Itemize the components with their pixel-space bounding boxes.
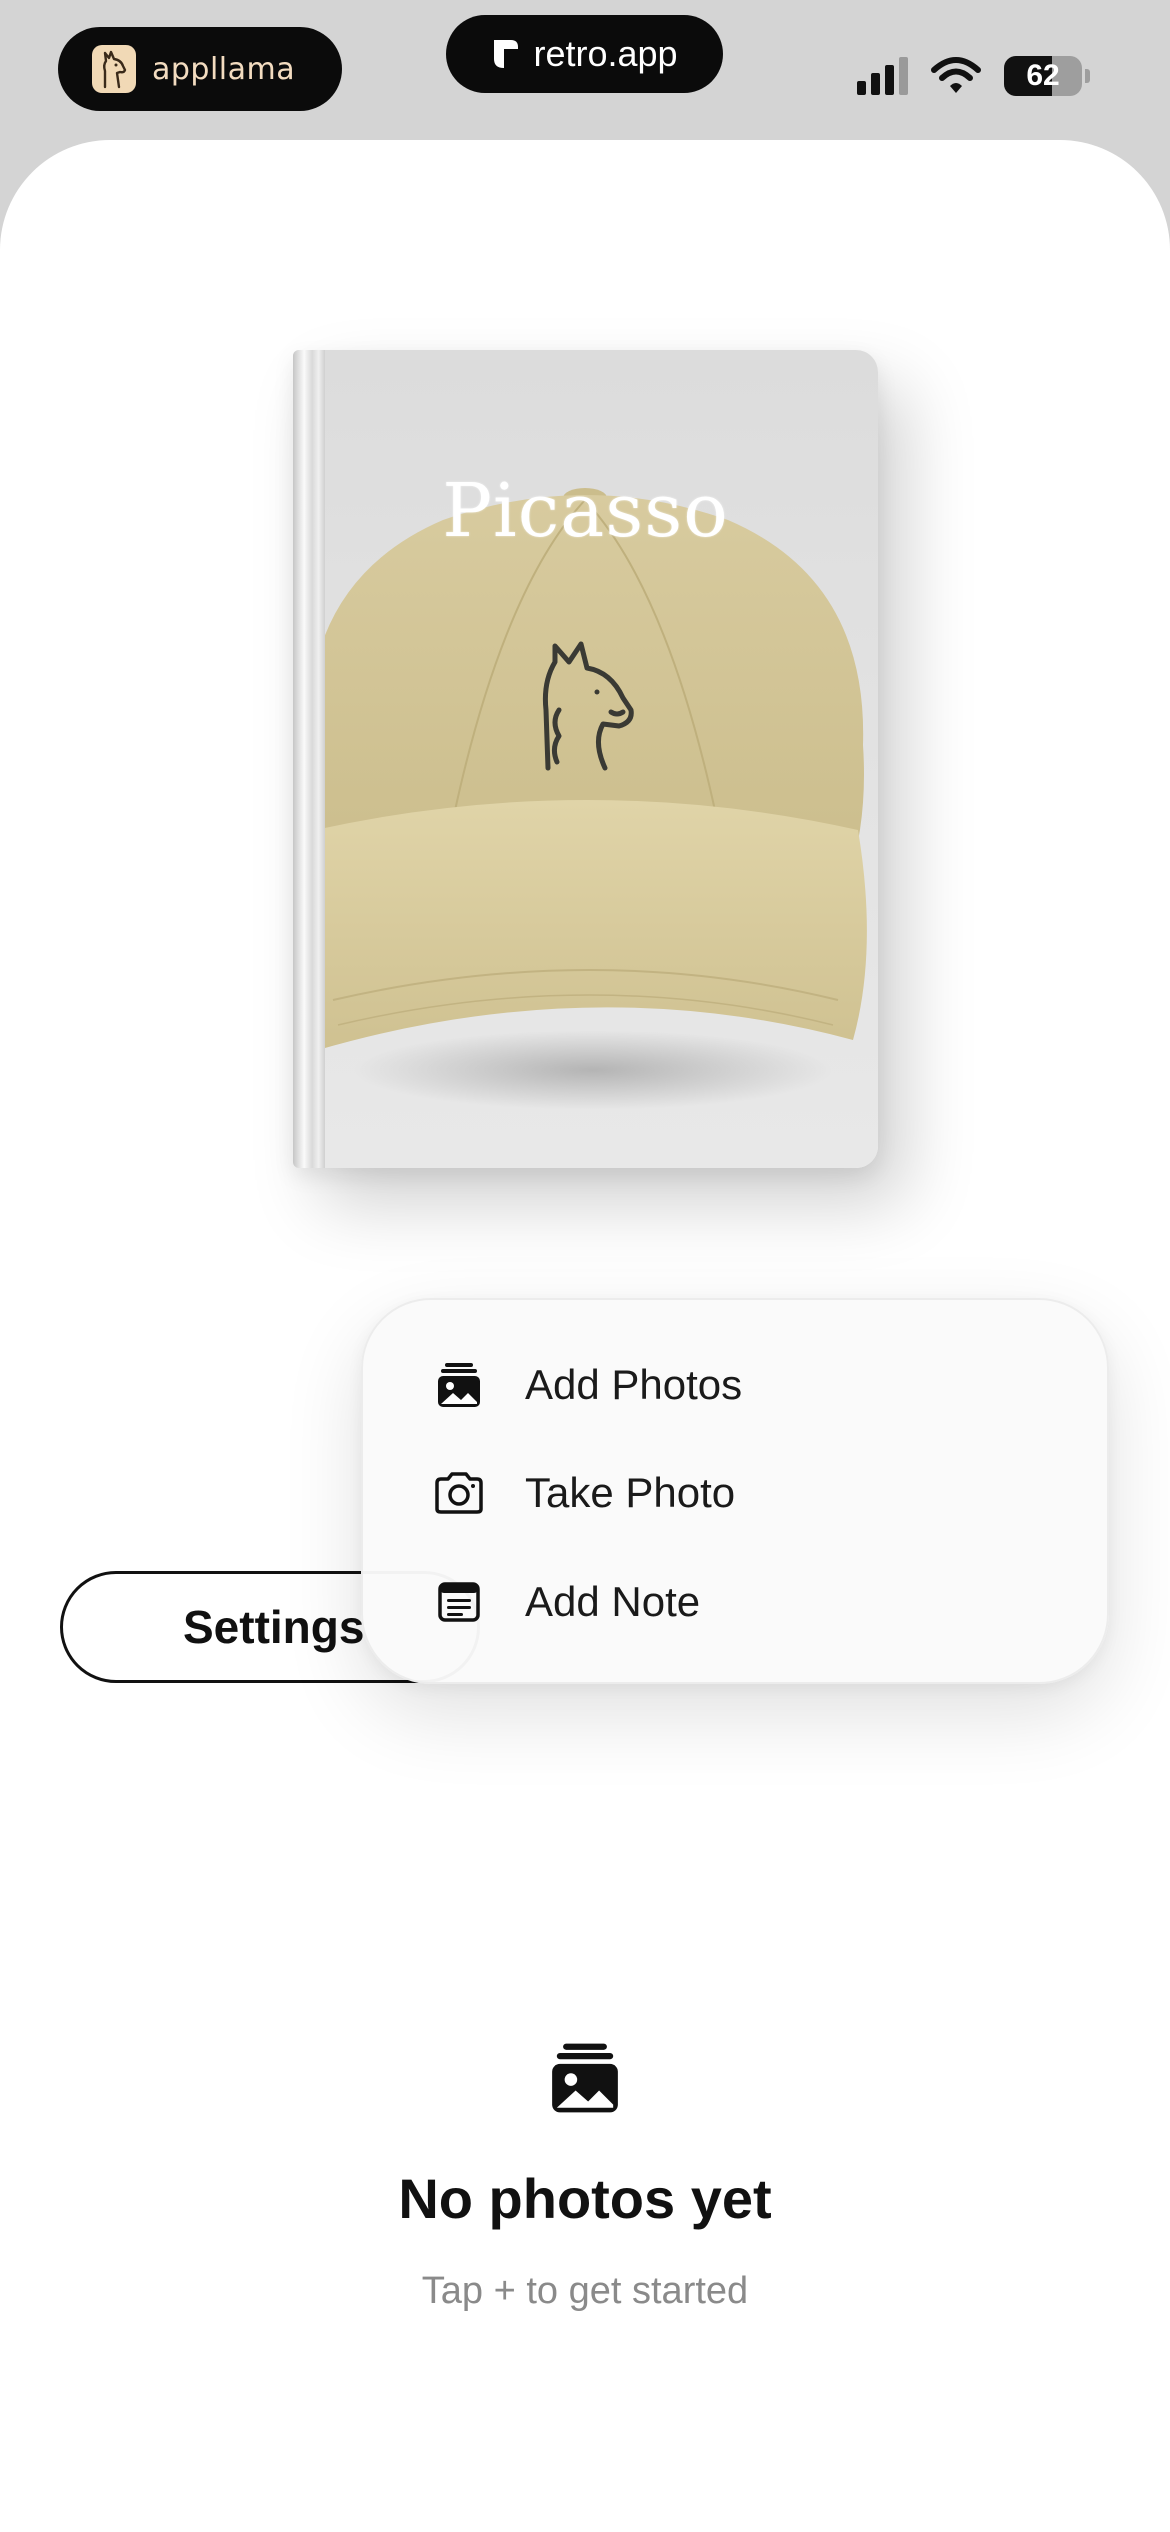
photo-stack-icon — [433, 1359, 485, 1411]
retro-logo-icon — [494, 40, 519, 68]
signal-bar — [885, 65, 894, 95]
photo-stack-icon — [552, 2043, 618, 2113]
menu-item-add-note[interactable]: Add Note — [433, 1562, 700, 1642]
empty-state-subtitle: Tap + to get started — [421, 2270, 749, 2312]
menu-item-label: Take Photo — [525, 1469, 736, 1516]
battery-level: 62 — [1026, 59, 1060, 92]
empty-state-title: No photos yet — [398, 2167, 772, 2230]
signal-bar — [899, 57, 908, 95]
add-menu: Add Photos Take Photo Add Note — [361, 1298, 1109, 1684]
camera-icon — [433, 1467, 485, 1519]
retro-app-pill[interactable]: retro.app — [446, 15, 723, 93]
album-cover[interactable]: Picasso — [293, 350, 878, 1168]
signal-bar — [857, 81, 866, 95]
retro-app-label: retro.app — [533, 33, 678, 74]
settings-button-label: Settings — [183, 1601, 365, 1653]
signal-icon — [857, 57, 908, 95]
battery-icon: 62 — [1004, 56, 1082, 96]
wifi-icon — [931, 57, 981, 93]
note-icon — [433, 1576, 485, 1628]
llama-logo-icon — [92, 45, 136, 93]
appllama-label: appllama — [152, 51, 296, 87]
menu-item-take-photo[interactable]: Take Photo — [433, 1453, 735, 1533]
menu-item-label: Add Photos — [525, 1361, 743, 1408]
menu-item-label: Add Note — [525, 1578, 701, 1625]
appllama-pill[interactable]: appllama — [58, 27, 342, 111]
status-indicators: 62 — [857, 56, 1090, 96]
signal-bar — [871, 73, 880, 95]
album-title: Picasso — [442, 468, 729, 554]
menu-item-add-photos[interactable]: Add Photos — [433, 1345, 742, 1425]
